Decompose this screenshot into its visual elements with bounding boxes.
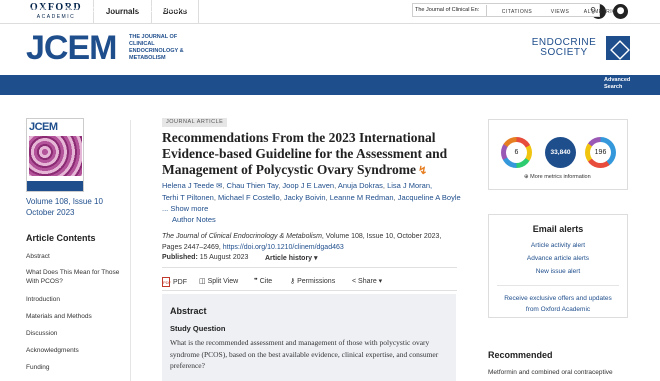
author-notes-link[interactable]: Author Notes [162, 214, 216, 225]
nav-about[interactable]: About ▾ [357, 0, 384, 20]
citations-count: 6 [506, 142, 527, 163]
author-link[interactable]: Jacqueline A Boyle [398, 193, 461, 202]
toc-introduction[interactable]: Introduction [26, 295, 122, 304]
author-link[interactable]: Chau Thien Tay [227, 181, 279, 190]
cite-button[interactable]: ❞ Cite [254, 277, 272, 285]
advance-article-alerts-link[interactable]: Advance article alerts [489, 255, 627, 262]
abstract-heading: Abstract [170, 306, 207, 316]
nav-more-content[interactable]: More Content ▾ [65, 0, 120, 20]
author-link[interactable]: Helena J Teede ✉ [162, 181, 222, 190]
advanced-search-line2: Search [604, 84, 623, 90]
author-link[interactable]: Anuja Dokras [338, 181, 383, 190]
published-info: Published: 15 August 2023 [162, 254, 248, 261]
pdf-button[interactable]: PDF PDF [162, 277, 187, 287]
author-list: Helena J Teede ✉, Chau Thien Tay, Joop J… [162, 180, 462, 203]
divider [497, 285, 619, 286]
split-view-label: Split View [207, 278, 239, 285]
pdf-label: PDF [173, 278, 187, 286]
doi-link[interactable]: https://doi.org/10.1210/clinem/dgad463 [223, 244, 344, 251]
pdf-icon: PDF [162, 277, 171, 287]
split-view-icon: ◫ [199, 278, 208, 285]
altmetric-label: ALTMETRIC [583, 9, 617, 15]
volume-line1: Volume 108, Issue 10 [26, 197, 103, 206]
article-title: Recommendations From the 2023 Internatio… [162, 130, 457, 179]
more-metrics-link[interactable]: ⊕ More metrics information [524, 174, 591, 180]
share-button[interactable]: < Share ▾ [352, 277, 382, 285]
citations-label: CITATIONS [501, 9, 533, 15]
nav-issues[interactable]: Issues [26, 0, 49, 20]
abstract-text: What is the recommended assessment and m… [170, 338, 439, 370]
show-more-link[interactable]: ... Show more [162, 203, 216, 214]
views-label: VIEWS [550, 9, 570, 15]
permissions-label: Permissions [297, 278, 336, 285]
email-alerts-panel: Email alerts Article activity alert Adva… [488, 214, 628, 318]
author-link[interactable]: Lisa J Moran, [387, 181, 432, 190]
search-scope-select[interactable]: The Journal of Clinical En: [415, 5, 487, 16]
article-history-toggle[interactable]: Article history ▾ [265, 254, 318, 262]
nav-submit[interactable]: Submit ▾ [200, 0, 231, 20]
abstract-panel: Abstract Study Question What is the reco… [162, 294, 456, 381]
toc-materials-methods[interactable]: Materials and Methods [26, 312, 122, 321]
nav-es-journals[interactable]: ES Journals ▾ [137, 0, 186, 20]
toc-acknowledgments[interactable]: Acknowledgments [26, 346, 122, 355]
issue-cover-image[interactable]: JCEM [26, 118, 84, 192]
citation-journal: The Journal of Clinical Endocrinology & … [162, 233, 322, 240]
recommended-item[interactable]: Metformin and combined oral contraceptiv… [488, 369, 613, 376]
volume-line2: October 2023 [26, 208, 75, 217]
cover-title: JCEM [29, 121, 58, 133]
society-line2: SOCIETY [540, 47, 588, 58]
endocrine-society-logo[interactable]: ENDOCRINE SOCIETY [524, 38, 604, 58]
article-activity-alert-link[interactable]: Article activity alert [489, 242, 627, 249]
citation-block: The Journal of Clinical Endocrinology & … [162, 231, 462, 253]
journal-logo[interactable]: JCEM [26, 31, 117, 65]
published-label: Published: [162, 254, 198, 261]
cite-label: Cite [259, 278, 273, 285]
nav-advertise[interactable]: Advertise ▾ [300, 0, 340, 20]
divider [162, 267, 457, 268]
study-question-heading: Study Question [170, 324, 226, 333]
toc-discussion[interactable]: Discussion [26, 329, 122, 338]
author-link[interactable]: Joop J E Laven [282, 181, 334, 190]
nav-purchase[interactable]: Purchase [251, 0, 285, 20]
authors-line2: Terhi T Piltonen, Michael F Costello, Ja… [162, 192, 461, 202]
views-count: 33,840 [545, 137, 576, 168]
offers-line2[interactable]: from Oxford Academic [489, 306, 627, 313]
published-date: 15 August 2023 [199, 254, 249, 261]
author-extras: ... Show more Author Notes [162, 203, 216, 225]
cover-artwork [29, 136, 82, 176]
toc-funding[interactable]: Funding [26, 363, 122, 372]
advanced-search-line1: Advanced [604, 77, 631, 83]
toc-abstract[interactable]: Abstract [26, 252, 122, 261]
article-contents-heading: Article Contents [26, 233, 96, 243]
more-metrics-label: More metrics information [530, 174, 591, 180]
recommended-heading: Recommended [488, 350, 553, 360]
toc-what-does-this-mean[interactable]: What Does This Mean for Those With PCOS? [26, 268, 122, 286]
new-issue-alert-link[interactable]: New issue alert [489, 268, 627, 275]
altmetric-score: 196 [590, 142, 611, 163]
altmetric-badge[interactable]: 196 [585, 137, 616, 168]
article-type-tag: JOURNAL ARTICLE [162, 118, 228, 127]
main-nav [0, 75, 660, 95]
issue-volume-link[interactable]: Volume 108, Issue 10 October 2023 [26, 196, 103, 218]
advanced-search-link[interactable]: Advanced Search [604, 77, 630, 91]
share-label: Share ▾ [358, 278, 383, 285]
author-link[interactable]: Leanne M Redman [330, 193, 394, 202]
author-link[interactable]: Jacky Boivin [284, 193, 326, 202]
citations-badge[interactable]: 6 [501, 137, 532, 168]
journal-full-name: THE JOURNAL OF CLINICAL ENDOCRINOLOGY & … [129, 34, 184, 61]
column-divider [130, 120, 131, 381]
permissions-button[interactable]: ⚷ Permissions [290, 277, 335, 285]
author-link[interactable]: Michael F Costello [218, 193, 280, 202]
authors-line1: Helena J Teede ✉, Chau Thien Tay, Joop J… [162, 181, 433, 190]
split-view-button[interactable]: ◫ Split View [199, 277, 238, 285]
endocrine-society-mark-icon [606, 36, 630, 60]
email-alerts-heading: Email alerts [532, 224, 584, 234]
divider [162, 290, 457, 291]
author-link[interactable]: Terhi T Piltonen [162, 193, 214, 202]
open-access-icon: ↯ [417, 165, 428, 177]
offers-line1[interactable]: Receive exclusive offers and updates [489, 295, 627, 302]
cover-bar [27, 181, 83, 191]
article-title-text: Recommendations From the 2023 Internatio… [162, 130, 448, 177]
